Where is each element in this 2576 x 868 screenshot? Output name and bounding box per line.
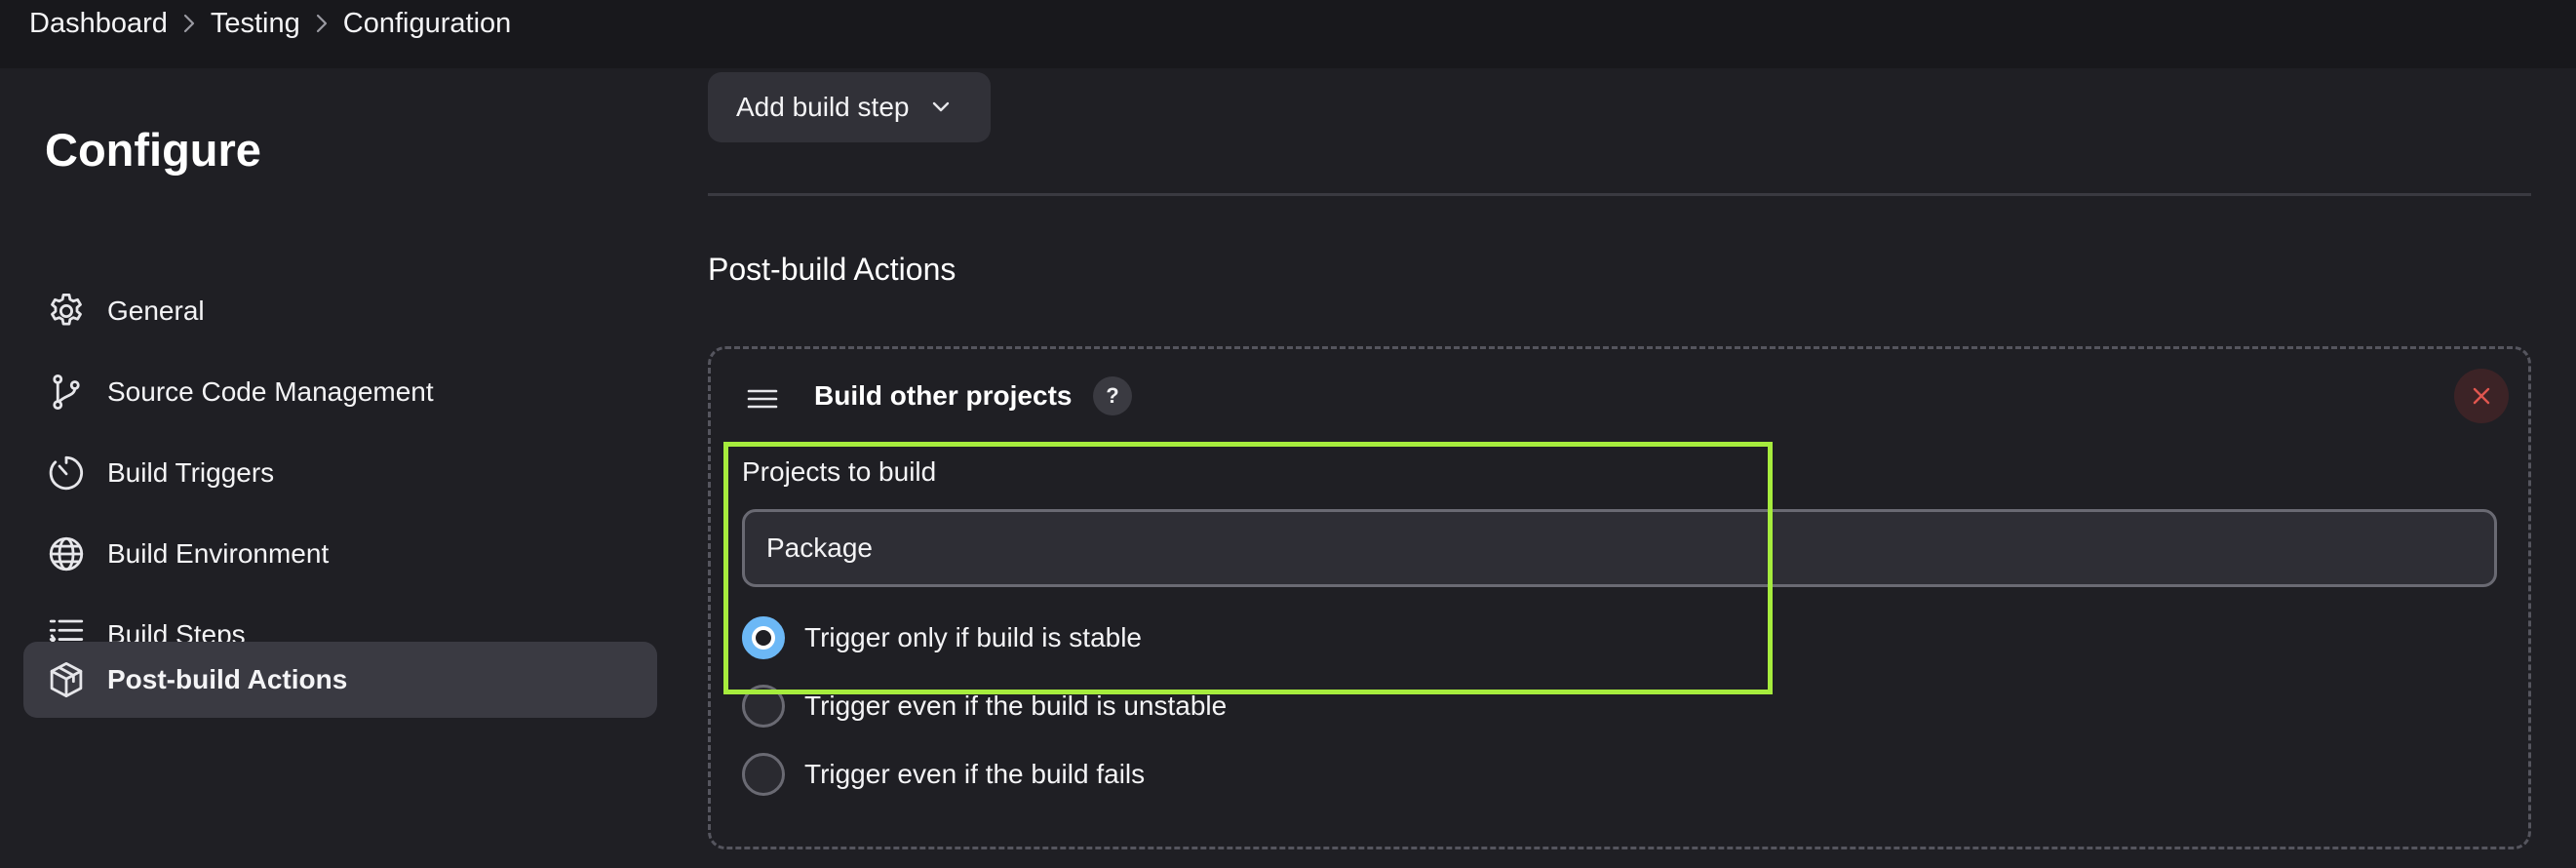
projects-to-build-input[interactable] [742, 509, 2497, 587]
sidebar-item-label: Post-build Actions [107, 664, 348, 694]
breadcrumb: Dashboard Testing Configuration [0, 0, 2576, 68]
package-icon [45, 658, 88, 701]
globe-icon [45, 533, 88, 575]
sidebar-item-label: Build Environment [107, 538, 330, 569]
close-icon [2473, 387, 2490, 405]
remove-button[interactable] [2454, 369, 2509, 423]
branch-icon [45, 371, 88, 414]
add-build-step-label: Add build step [736, 92, 910, 122]
sidebar-item-post-build-actions[interactable]: Post-build Actions [23, 642, 657, 718]
sidebar: Configure General Source Code Management [0, 68, 683, 868]
chevron-down-icon [933, 101, 950, 112]
radio-label: Trigger only if build is stable [804, 622, 1143, 652]
sidebar-item-source-code-management[interactable]: Source Code Management [23, 354, 657, 430]
sidebar-item-label: Source Code Management [107, 376, 434, 407]
radio-trigger-unstable[interactable]: Trigger even if the build is unstable [742, 684, 1227, 729]
radio-button-checked[interactable] [742, 616, 785, 659]
drag-handle-icon[interactable] [746, 384, 779, 414]
sidebar-item-build-environment[interactable]: Build Environment [23, 516, 657, 592]
sidebar-item-general[interactable]: General [23, 273, 657, 349]
breadcrumb-dashboard[interactable]: Dashboard [29, 8, 168, 39]
gear-icon [45, 290, 88, 333]
sidebar-item-label: General [107, 296, 205, 326]
chevron-right-icon [300, 8, 343, 39]
section-divider [708, 193, 2531, 196]
sidebar-item-build-triggers[interactable]: Build Triggers [23, 435, 657, 511]
breadcrumb-testing[interactable]: Testing [211, 8, 300, 39]
card-title: Build other projects [814, 380, 1073, 411]
page-title: Configure [45, 124, 261, 176]
build-other-projects-card: Build other projects ? Projects to build… [708, 346, 2531, 849]
radio-label: Trigger even if the build fails [804, 759, 1146, 789]
help-button[interactable]: ? [1093, 376, 1132, 415]
radio-button[interactable] [742, 685, 785, 728]
add-build-step-button[interactable]: Add build step [708, 72, 991, 142]
breadcrumb-configuration[interactable]: Configuration [343, 8, 512, 39]
timer-icon [45, 452, 88, 494]
radio-trigger-stable[interactable]: Trigger only if build is stable [742, 615, 1142, 660]
sidebar-item-label: Build Triggers [107, 457, 275, 488]
radio-label: Trigger even if the build is unstable [804, 690, 1228, 721]
projects-to-build-label: Projects to build [742, 456, 937, 487]
radio-trigger-fails[interactable]: Trigger even if the build fails [742, 752, 1145, 797]
chevron-right-icon [168, 8, 211, 39]
radio-button[interactable] [742, 753, 785, 796]
main-content: Add build step Post-build Actions Build … [708, 68, 2531, 868]
section-title: Post-build Actions [708, 252, 956, 287]
